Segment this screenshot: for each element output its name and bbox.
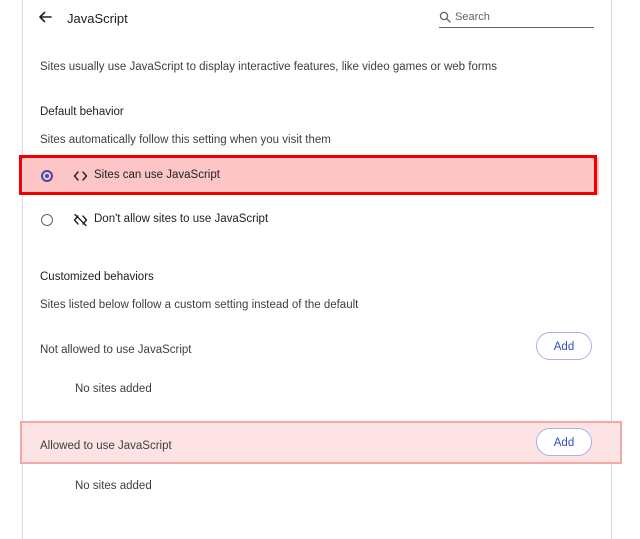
default-behavior-heading: Default behavior [40, 106, 124, 118]
code-icon [73, 171, 88, 181]
search-icon [439, 11, 451, 23]
radio-unselected[interactable] [41, 214, 53, 226]
not-allowed-empty-text: No sites added [75, 383, 152, 395]
search-box[interactable] [439, 9, 594, 28]
back-arrow-icon[interactable] [37, 9, 53, 25]
add-not-allowed-button[interactable]: Add [536, 332, 592, 360]
allowed-label: Allowed to use JavaScript [40, 440, 172, 452]
code-off-icon [73, 213, 88, 227]
not-allowed-label: Not allowed to use JavaScript [40, 344, 192, 356]
search-input[interactable] [455, 9, 591, 25]
settings-panel: JavaScript Sites usually use JavaScript … [19, 0, 622, 539]
description-text: Sites usually use JavaScript to display … [40, 61, 498, 73]
option-dont-allow-js[interactable]: Don't allow sites to use JavaScript [23, 201, 599, 239]
default-behavior-subtitle: Sites automatically follow this setting … [40, 134, 331, 146]
add-allowed-button[interactable]: Add [536, 428, 592, 456]
option-label: Sites can use JavaScript [94, 169, 220, 181]
customized-behaviors-heading: Customized behaviors [40, 271, 154, 283]
customized-behaviors-subtitle: Sites listed below follow a custom setti… [40, 299, 359, 311]
allowed-empty-text: No sites added [75, 480, 152, 492]
option-sites-can-use-js[interactable]: Sites can use JavaScript [23, 157, 599, 195]
option-label: Don't allow sites to use JavaScript [94, 213, 269, 225]
settings-page: JavaScript Sites usually use JavaScript … [0, 0, 640, 539]
radio-selected[interactable] [41, 170, 53, 182]
page-title: JavaScript [67, 11, 128, 26]
